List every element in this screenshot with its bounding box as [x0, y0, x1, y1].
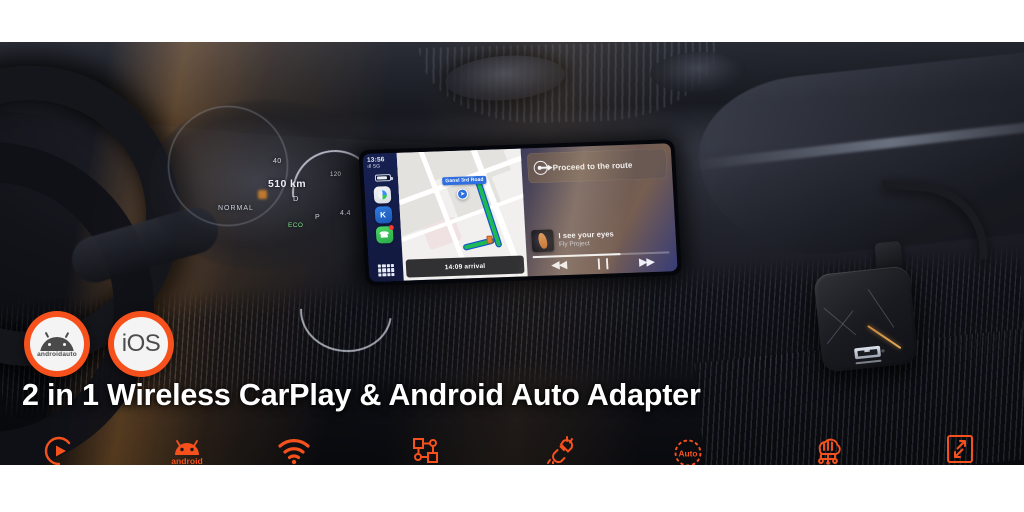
auto-reconnect-icon: Auto	[670, 436, 706, 465]
notification-badge	[388, 225, 394, 231]
app-grid-button[interactable]	[377, 264, 395, 277]
cluster-aux-p: P	[315, 214, 321, 221]
status-battery-icon	[374, 174, 391, 183]
android-icon: android	[169, 434, 205, 465]
carplay-right-pane: Proceed to the route I see your eyes Fly…	[520, 143, 678, 277]
cluster-range-readout: 510 km	[268, 178, 307, 190]
cluster-eco-indicator: ECO	[288, 222, 304, 229]
maps-app-icon[interactable]	[372, 186, 391, 205]
media-controls: ◀◀ ❙❙ ▶▶	[533, 256, 673, 272]
feature-plug-and-play: Plug & Play	[529, 432, 591, 465]
feature-wifi: 5.8CHz WiFi	[262, 434, 326, 465]
dongle-facet-line	[867, 288, 895, 328]
plug-icon	[542, 432, 578, 465]
maps-glyph	[377, 190, 387, 201]
cluster-aux-value: 4.4	[340, 210, 351, 217]
wireless-carplay-adapter-dongle: ®	[813, 265, 919, 373]
cluster-drive-mode: NORMAL	[218, 205, 254, 212]
compact-icon	[942, 432, 978, 465]
carplay-screen[interactable]: 13:56 ıll 5G K ☎ Gansl 3rd Road ➤ 14:09 …	[362, 143, 678, 282]
carplay-map-pane[interactable]: Gansl 3rd Road ➤ 14:09 arrival	[396, 148, 528, 281]
letterbox-top	[0, 0, 1024, 42]
navigation-banner-text: Proceed to the route	[552, 160, 633, 172]
android-wordmark: android	[171, 456, 203, 465]
feature-wireless-android-auto: android Wireless Android Auto	[127, 434, 247, 465]
carplay-status-bar: 13:56 ıll 5G	[363, 156, 398, 171]
cluster-tick-high: 120	[330, 172, 342, 178]
navigation-banner[interactable]: Proceed to the route	[526, 148, 668, 184]
carplay-icon	[41, 434, 77, 465]
badge-android-auto: androidauto	[24, 311, 90, 377]
feature-wireless-carplay: Wireless CarPlay	[14, 434, 105, 465]
dongle-facet-line	[826, 310, 854, 345]
map-arrival-bar: 14:09 arrival	[405, 255, 525, 278]
phone-app-icon[interactable]: ☎	[375, 225, 394, 245]
cluster-gear-indicator: D	[293, 194, 299, 203]
map-road-label: Gansl 3rd Road	[442, 175, 487, 186]
letterbox-bottom	[0, 465, 1024, 512]
status-network: 5G	[373, 163, 381, 171]
badge-ios: iOS	[108, 311, 174, 377]
badge-android-auto-label: androidauto	[36, 350, 78, 358]
cluster-warning-indicator	[258, 190, 267, 199]
cloud-update-icon	[810, 434, 846, 465]
kakao-app-icon[interactable]: K	[374, 206, 393, 225]
svg-text:Auto: Auto	[678, 449, 697, 459]
carplay-head-unit: 13:56 ıll 5G K ☎ Gansl 3rd Road ➤ 14:09 …	[358, 139, 682, 286]
dongle-brand-logo: ®	[854, 345, 885, 365]
forward-button[interactable]: ▶▶	[639, 256, 655, 269]
track-artist: Fly Project	[558, 239, 590, 248]
wifi-icon	[276, 434, 312, 465]
album-art	[531, 229, 555, 253]
status-signal: ıll 5G	[367, 163, 397, 170]
feature-compatibility: Super Wide Compatibility	[358, 434, 493, 465]
feature-small-compact: Small & Compact	[914, 432, 1006, 465]
badge-ios-label: iOS	[121, 330, 161, 357]
track-title: I see your eyes	[558, 229, 615, 241]
cluster-tick-low: 40	[273, 158, 282, 165]
rewind-button[interactable]: ◀◀	[551, 259, 567, 272]
map-traffic-signal	[486, 235, 493, 244]
compatibility-icon	[408, 434, 444, 465]
car-interior-photo: 510 km 40 120 NORMAL D P 4.4 ECO 13:56 ı…	[0, 42, 1024, 465]
os-compatibility-badges: androidauto iOS	[24, 311, 174, 377]
page-title: 2 in 1 Wireless CarPlay & Android Auto A…	[22, 378, 701, 412]
pause-button[interactable]: ❙❙	[594, 257, 611, 270]
product-banner: 510 km 40 120 NORMAL D P 4.4 ECO 13:56 ı…	[0, 0, 1024, 512]
media-player: I see your eyes Fly Project ◀◀ ❙❙ ▶▶	[529, 182, 673, 272]
feature-auto-reconnection: Auto Automatic Reconnection	[622, 436, 754, 465]
feature-strip: Wireless CarPlay android Wireless Androi…	[0, 428, 1024, 465]
feature-online-update: online Update	[791, 434, 865, 465]
status-signal-bars: ıll	[367, 164, 372, 171]
dongle-face: ®	[816, 268, 916, 370]
proceed-arrow-icon	[533, 160, 553, 176]
